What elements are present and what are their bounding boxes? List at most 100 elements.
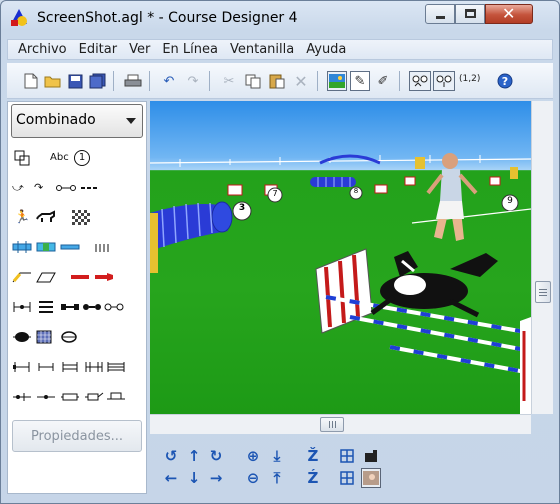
camera-walk-icon[interactable]	[433, 71, 455, 91]
dog-walk-icon[interactable]	[36, 270, 56, 286]
single-bar-icon[interactable]	[36, 360, 56, 376]
coordinates-label[interactable]: (1,2)	[459, 74, 480, 84]
menu-ventanilla[interactable]: Ventanilla	[224, 42, 300, 57]
jump-wing-icon[interactable]	[12, 300, 32, 316]
panel-jump-icon[interactable]	[60, 360, 80, 376]
paste-icon[interactable]	[267, 71, 287, 91]
horizontal-scroll-thumb[interactable]	[320, 417, 344, 432]
broad-jump-icon[interactable]	[106, 360, 126, 376]
minimize-button[interactable]	[425, 4, 455, 24]
lower-camera-icon[interactable]: ⤓	[267, 446, 287, 466]
bar-jump-icon[interactable]	[60, 240, 80, 256]
edit-pencil-icon[interactable]: ✎	[350, 71, 370, 91]
group-select-icon[interactable]	[14, 150, 30, 166]
wall-jump-icon[interactable]	[106, 390, 126, 406]
window-title: ScreenShot.agl * - Course Designer 4	[37, 10, 298, 26]
move-right-icon[interactable]: →	[206, 468, 226, 488]
dog-icon[interactable]	[36, 210, 56, 226]
tilt-up-icon[interactable]: Ź	[303, 468, 323, 488]
grid-view-icon[interactable]	[337, 446, 357, 466]
menu-archivo[interactable]: Archivo	[12, 42, 73, 57]
tunnel-end-icon[interactable]	[60, 330, 78, 346]
handler-icon[interactable]: 🏃	[14, 210, 30, 226]
open-folder-icon[interactable]	[43, 71, 63, 91]
pen-icon[interactable]: ✐	[373, 71, 393, 91]
grid-toggle-icon[interactable]	[337, 468, 357, 488]
horizontal-scrollbar[interactable]	[150, 414, 531, 434]
rotate-left-icon[interactable]: ↺	[161, 446, 181, 466]
red-bar-icon[interactable]	[70, 270, 90, 286]
weave-poles-icon[interactable]	[12, 240, 32, 256]
view-3d-icon[interactable]	[327, 71, 347, 91]
number-marker-tool[interactable]: 1	[74, 150, 90, 166]
vertical-scroll-thumb[interactable]	[535, 281, 551, 303]
angled-pipe-icon[interactable]	[84, 390, 104, 406]
vertical-scrollbar[interactable]	[531, 101, 553, 414]
seesaw-icon[interactable]	[94, 270, 114, 286]
maximize-button[interactable]	[455, 4, 485, 24]
menu-editar[interactable]: Editar	[73, 42, 124, 57]
new-file-icon[interactable]	[21, 71, 41, 91]
maximize-icon	[465, 9, 476, 18]
grip-icon	[539, 295, 547, 296]
redo-icon[interactable]: ↷	[183, 71, 203, 91]
start-gate-icon[interactable]	[12, 390, 32, 406]
close-button[interactable]: ✕	[485, 4, 533, 24]
straight-path-icon[interactable]	[56, 180, 76, 196]
handler-view-icon[interactable]	[361, 468, 381, 488]
palette-row: ⤻ ↷	[8, 174, 148, 204]
table-obstacle-icon[interactable]	[36, 240, 56, 256]
pipe-segment-icon[interactable]	[60, 390, 80, 406]
save-all-icon[interactable]	[87, 71, 107, 91]
zoom-in-icon[interactable]: ⊕	[243, 446, 263, 466]
delete-icon[interactable]: ✕	[291, 71, 311, 91]
move-down-icon[interactable]: ↓	[184, 468, 204, 488]
menu-en-linea[interactable]: En Línea	[156, 42, 224, 57]
oxer-jump-icon[interactable]	[84, 360, 104, 376]
3d-course-viewport[interactable]: 3 7 8 9	[150, 101, 531, 414]
tilt-down-icon[interactable]: Ž	[303, 446, 323, 466]
zoom-out-icon[interactable]: ⊖	[243, 468, 263, 488]
menu-ayuda[interactable]: Ayuda	[300, 42, 352, 57]
checker-mat-icon[interactable]	[72, 210, 90, 226]
menu-ver[interactable]: Ver	[123, 42, 156, 57]
pause-box-icon[interactable]	[12, 330, 32, 346]
app-window: ScreenShot.agl * - Course Designer 4 ✕ A…	[0, 0, 560, 504]
properties-button[interactable]: Propiedades...	[12, 420, 142, 452]
move-left-icon[interactable]: ←	[161, 468, 181, 488]
grid-mat-icon[interactable]	[36, 330, 52, 346]
print-icon[interactable]	[123, 71, 143, 91]
rotate-right-icon[interactable]: ↻	[206, 446, 226, 466]
raise-camera-icon[interactable]: ⤒	[267, 468, 287, 488]
chevron-down-icon	[126, 118, 136, 124]
dog-figure	[370, 251, 498, 318]
dashed-path-icon[interactable]	[80, 180, 100, 196]
cut-icon[interactable]: ✂	[219, 71, 239, 91]
title-bar: ScreenShot.agl * - Course Designer 4 ✕	[1, 1, 559, 35]
spread-jump-icon[interactable]	[60, 300, 80, 316]
undo-icon[interactable]: ↶	[159, 71, 179, 91]
curve-path-icon[interactable]: ⤻	[12, 180, 24, 196]
toolbar-separator	[149, 71, 150, 91]
spread-poles-icon[interactable]	[94, 240, 110, 256]
tire-jump-icon[interactable]	[104, 300, 124, 316]
course-scene-icon	[150, 153, 531, 414]
camera-follow-icon[interactable]	[409, 71, 431, 91]
course-marker-7: 7	[272, 189, 278, 198]
triple-bar-icon[interactable]	[36, 300, 56, 316]
grip-icon	[329, 421, 330, 428]
double-jump-icon[interactable]	[82, 300, 102, 316]
help-icon[interactable]: ?	[495, 71, 515, 91]
move-up-icon[interactable]: ↑	[184, 446, 204, 466]
category-dropdown[interactable]: Combinado	[11, 104, 143, 138]
save-icon[interactable]	[65, 71, 85, 91]
text-label-tool[interactable]: Abc	[50, 150, 69, 166]
toolbar-separator	[317, 71, 318, 91]
course-marker-3: 3	[238, 203, 246, 213]
wing-jump-icon[interactable]	[12, 360, 32, 376]
finish-gate-icon[interactable]	[36, 390, 56, 406]
curve-path-alt-icon[interactable]: ↷	[34, 180, 43, 196]
copy-icon[interactable]	[243, 71, 263, 91]
a-frame-icon[interactable]	[12, 270, 32, 286]
camera-view-icon[interactable]	[361, 446, 381, 466]
